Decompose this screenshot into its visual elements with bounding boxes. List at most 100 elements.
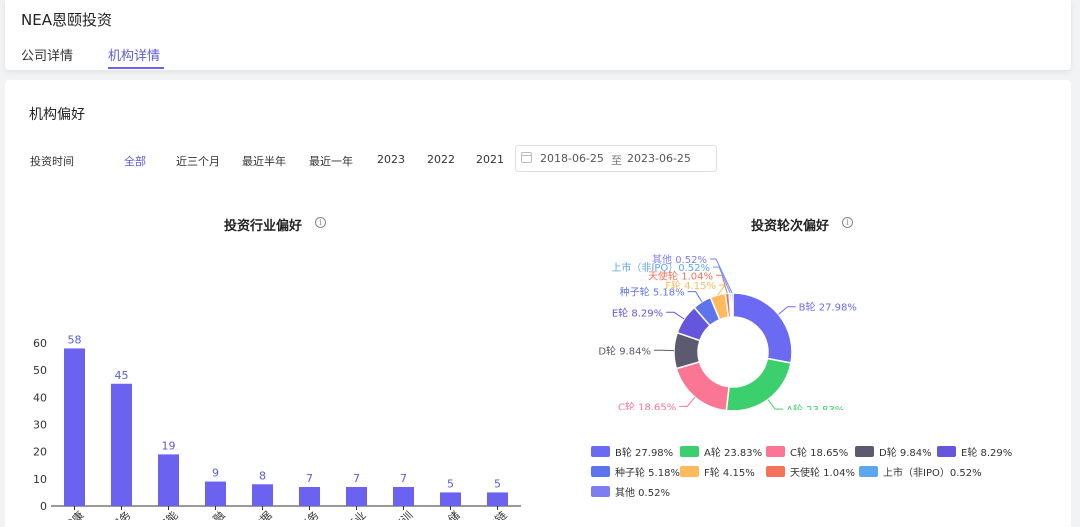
tab-company-details[interactable]: 公司详情 — [21, 45, 73, 64]
legend-item[interactable]: 其他 0.52% — [591, 484, 670, 499]
x-tick-label: 人工智能 — [140, 508, 181, 520]
donut-slice — [725, 357, 792, 410]
x-tick-label: 企业服务 — [93, 508, 134, 520]
legend-item[interactable]: 上市（非IPO）0.52% — [859, 464, 982, 479]
filter-option-3-months[interactable]: 近三个月 — [176, 153, 220, 169]
filter-option-one-year[interactable]: 最近一年 — [309, 153, 353, 169]
y-tick-label: 20 — [33, 446, 47, 459]
bar — [440, 492, 461, 506]
y-tick-label: 10 — [33, 473, 47, 486]
legend-label: 种子轮 5.18% — [615, 468, 680, 479]
tab-institution-details[interactable]: 机构详情 — [108, 45, 160, 64]
legend-item[interactable]: B轮 27.98% — [591, 444, 673, 459]
slice-label: E轮 8.29% — [612, 306, 663, 319]
legend-swatch — [680, 446, 699, 457]
bar-data-label: 9 — [212, 467, 219, 480]
filter-option-all[interactable]: 全部 — [124, 153, 146, 169]
x-tick-label: 区块链 — [476, 508, 509, 520]
bar — [205, 481, 226, 506]
institution-preference-panel: 机构偏好 投资时间 全部 近三个月 最近半年 最近一年 2023 2022 20… — [5, 80, 1071, 527]
active-tab-indicator — [108, 67, 164, 69]
slice-leader-line — [767, 399, 784, 410]
slice-label: A轮 23.83% — [786, 403, 844, 410]
legend-swatch — [766, 446, 785, 457]
bar-data-label: 7 — [306, 472, 313, 485]
bar-data-label: 7 — [353, 472, 360, 485]
legend-item[interactable]: F轮 4.15% — [680, 464, 755, 479]
legend-swatch — [859, 466, 878, 477]
legend-item[interactable]: C轮 18.65% — [766, 444, 848, 459]
legend-swatch — [591, 446, 610, 457]
legend-label: 天使轮 1.04% — [790, 468, 855, 479]
bar — [64, 348, 85, 506]
x-tick-label: 医疗健康 — [46, 508, 87, 520]
slice-label: D轮 9.84% — [598, 344, 651, 357]
bar — [299, 486, 320, 506]
app-title: NEA恩颐投资 — [21, 11, 112, 29]
round-donut-chart: B轮 27.98% A轮 23.83% C轮 18.65% D轮 9.84% E轮 8.… — [598, 253, 857, 410]
bar — [111, 383, 132, 506]
y-tick-label: 30 — [33, 419, 47, 432]
legend-swatch — [766, 466, 785, 477]
legend-item[interactable]: 种子轮 5.18% — [591, 464, 680, 479]
info-icon[interactable]: i — [842, 217, 853, 228]
x-tick-label: 金融 — [202, 508, 227, 520]
donut-slice — [732, 292, 793, 364]
filter-option-2021[interactable]: 2021 — [476, 153, 504, 166]
bar-data-label: 8 — [259, 469, 266, 482]
legend-swatch — [591, 466, 610, 477]
date-range-picker[interactable]: 2018-06-25 至 2023-06-25 — [515, 145, 717, 172]
legend-label: C轮 18.65% — [790, 448, 849, 459]
info-icon[interactable]: i — [315, 217, 326, 228]
bar — [158, 454, 179, 506]
slice-label: B轮 27.98% — [799, 301, 857, 314]
slice-leader-line — [778, 306, 796, 315]
y-tick-label: 60 — [33, 337, 47, 350]
legend-label: 上市（非IPO）0.52% — [883, 468, 982, 479]
donut-slice — [730, 292, 734, 318]
bar — [393, 486, 414, 506]
legend-swatch — [855, 446, 874, 457]
bar-data-label: 5 — [447, 477, 454, 490]
legend-swatch — [937, 446, 956, 457]
date-separator: 至 — [611, 154, 622, 167]
section-title: 机构偏好 — [29, 107, 85, 123]
slice-leader-line — [666, 311, 685, 320]
slice-label: 其他 0.52% — [652, 253, 707, 266]
filter-option-2023[interactable]: 2023 — [377, 153, 405, 166]
slice-leader-line — [716, 274, 728, 294]
bar-data-label: 7 — [400, 472, 407, 485]
filter-label: 投资时间 — [30, 155, 74, 168]
legend-item[interactable]: 天使轮 1.04% — [766, 464, 855, 479]
legend-item[interactable]: E轮 8.29% — [937, 444, 1012, 459]
round-chart-legend: B轮 27.98% A轮 23.83% C轮 18.65% D轮 9.84% E轮 8.… — [591, 444, 1051, 524]
filter-option-half-year[interactable]: 最近半年 — [242, 153, 286, 169]
y-tick-label: 40 — [33, 391, 47, 404]
bar — [487, 492, 508, 506]
round-chart-title: 投资轮次偏好 — [751, 219, 830, 234]
industry-chart-title: 投资行业偏好 — [224, 219, 303, 234]
bar-data-label: 45 — [115, 369, 129, 382]
legend-swatch — [680, 466, 699, 477]
legend-label: A轮 23.83% — [704, 448, 763, 459]
bar-data-label: 5 — [494, 477, 501, 490]
x-tick-label: 教育培训 — [375, 508, 416, 520]
bar — [346, 486, 367, 506]
legend-item[interactable]: A轮 23.83% — [680, 444, 762, 459]
legend-item[interactable]: D轮 9.84% — [855, 444, 932, 459]
legend-label: 其他 0.52% — [615, 488, 670, 499]
legend-label: E轮 8.29% — [961, 448, 1013, 459]
date-end: 2023-06-25 — [627, 152, 691, 165]
y-tick-label: 50 — [33, 364, 47, 377]
x-tick-label: 传统行业 — [328, 509, 368, 520]
legend-label: D轮 9.84% — [879, 448, 932, 459]
x-tick-label: 电子商务 — [281, 508, 322, 520]
slice-leader-line — [679, 396, 696, 407]
legend-label: F轮 4.15% — [704, 468, 755, 479]
x-tick-label: 物流仓储 — [422, 508, 463, 520]
slice-label: C轮 18.65% — [618, 400, 676, 410]
filter-option-2022[interactable]: 2022 — [427, 153, 455, 166]
legend-swatch — [591, 486, 610, 497]
slice-leader-line — [687, 291, 703, 303]
industry-bar-chart: 0 10 20 30 40 50 60 58 医疗健康 45 企业服务 19 人工智能 9 金融 8 大数据 7 电… — [33, 333, 521, 520]
